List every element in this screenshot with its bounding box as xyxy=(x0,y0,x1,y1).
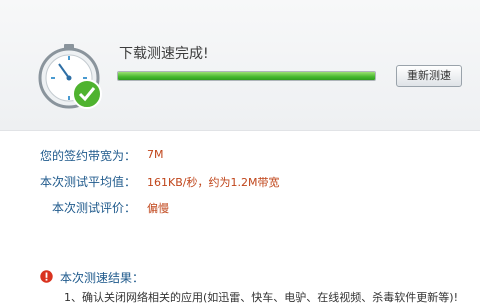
speedometer-check-icon xyxy=(38,44,102,109)
contract-bandwidth-label: 您的签约带宽为： xyxy=(40,149,137,163)
speed-test-header: 下载测速完成! 重新测速 xyxy=(0,0,480,131)
average-value: 161KB/秒，约为1.2M带宽 xyxy=(147,176,280,189)
rating-label: 本次测试评价： xyxy=(52,201,137,215)
average-label: 本次测试平均值： xyxy=(40,175,137,189)
contract-bandwidth-value: 7M xyxy=(147,148,164,161)
retest-button[interactable]: 重新测速 xyxy=(396,65,462,87)
result-title: 本次测速结果： xyxy=(60,271,145,285)
progress-bar-fill xyxy=(118,72,375,80)
result-item: 1、确认关闭网络相关的应用(如迅雷、快车、电驴、在线视频、杀毒软件更新等)! xyxy=(64,291,458,304)
warning-icon xyxy=(40,270,53,283)
status-message: 下载测速完成! xyxy=(119,46,209,62)
progress-bar xyxy=(117,71,376,81)
rating-value: 偏慢 xyxy=(147,202,169,215)
